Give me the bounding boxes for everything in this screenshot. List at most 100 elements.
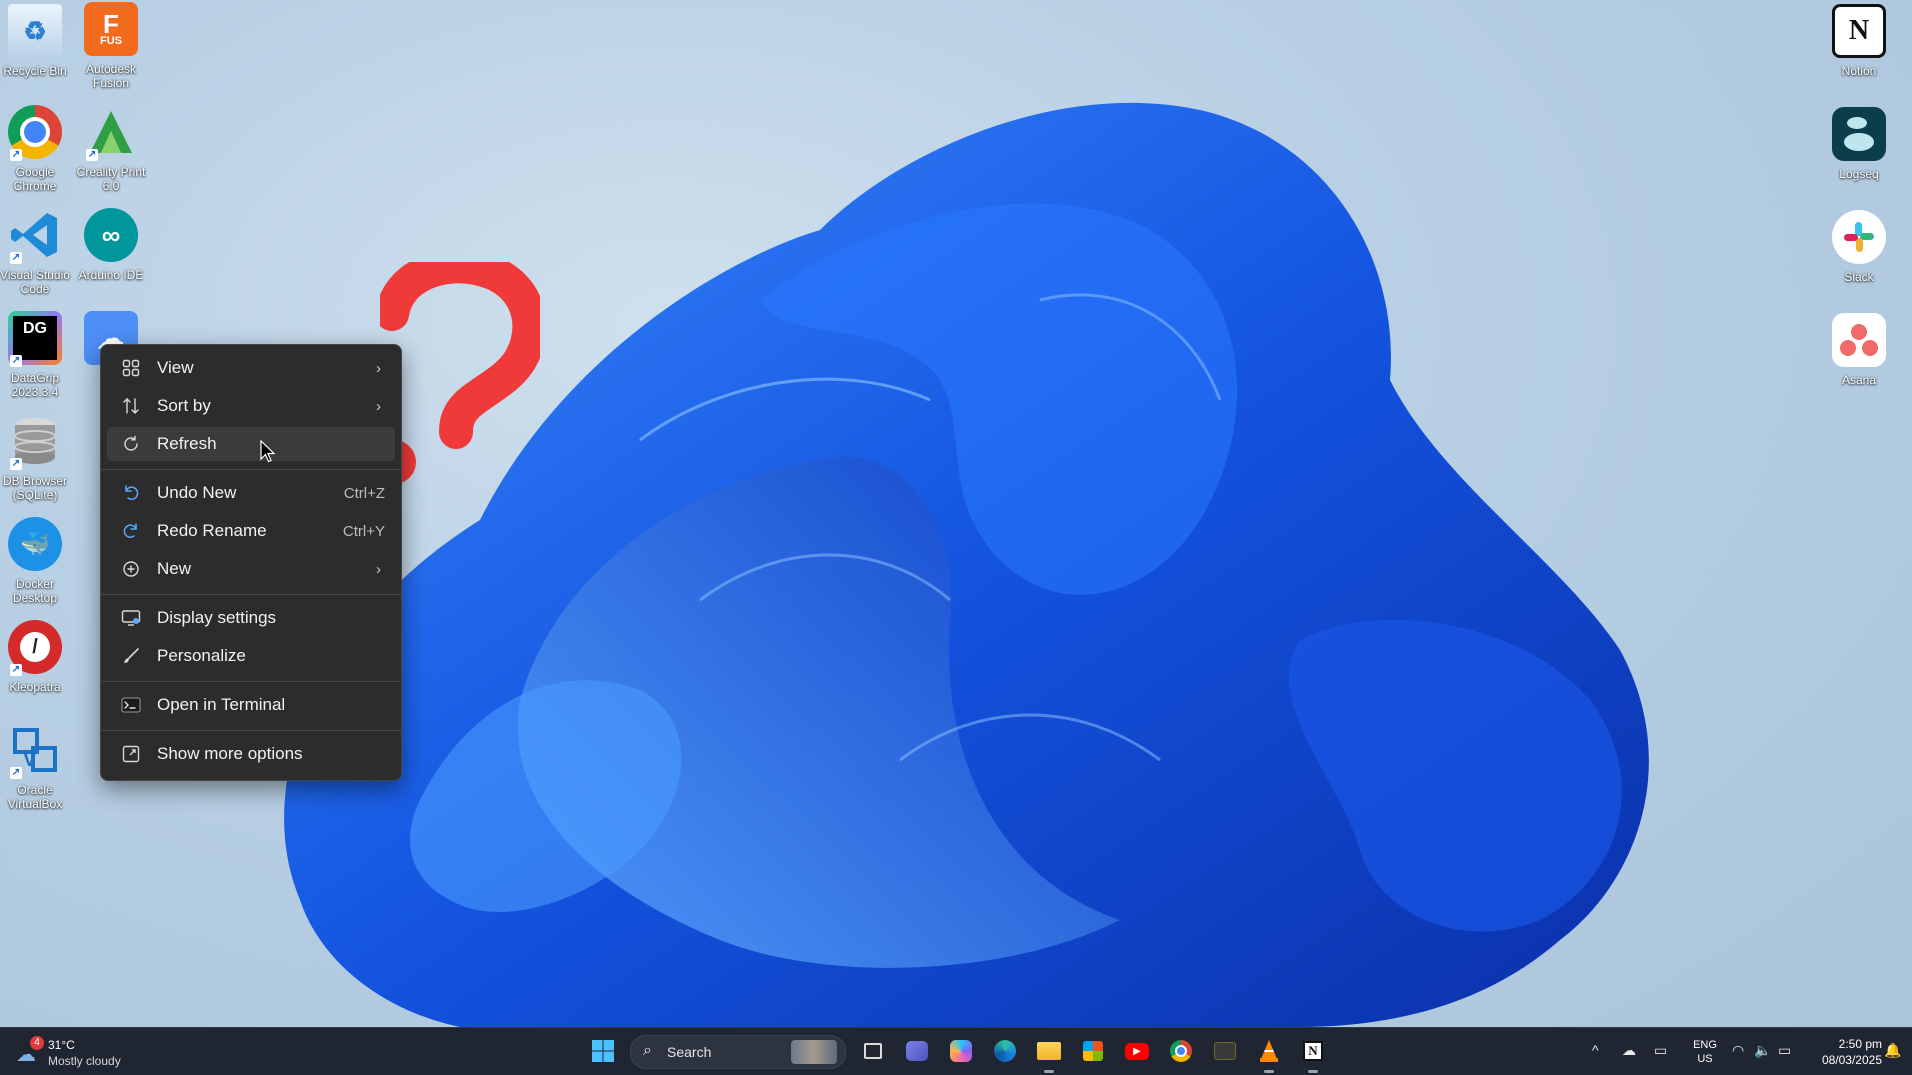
notion-taskbar-button[interactable]: N [1298,1036,1328,1066]
show-hidden-icons-chevron[interactable]: ^ [1592,1042,1599,1058]
desktop-icon-vscode[interactable]: ↗ Visual Studio Code [0,208,74,296]
notion-icon: N [1832,4,1886,58]
menu-item-label: Redo Rename [157,521,267,540]
chevron-right-icon: › [376,397,381,415]
copilot-button[interactable] [946,1036,976,1066]
task-view-icon [864,1043,882,1059]
desktop-icon-label: Docker Desktop [12,577,58,605]
desktop-icon-db-browser[interactable]: ↗ DB Browser (SQLite) [0,414,74,502]
desktop-icon-virtualbox[interactable]: V ↗ Oracle VirtualBox [0,723,74,811]
search-icon: ⌕ [643,1042,652,1059]
desktop-icon-docker[interactable]: 🐳 Docker Desktop [0,517,74,605]
desktop-icon-autodesk-fusion[interactable]: F FUS Autodesk Fusion [72,2,150,90]
menu-item-show-more-options[interactable]: Show more options [107,737,395,771]
chrome-icon: ↗ [8,105,62,161]
clock-time: 2:50 pm [1838,1037,1882,1051]
chevron-right-icon: › [376,359,381,377]
menu-item-label: Show more options [157,744,303,763]
search-placeholder: Search [667,1044,712,1060]
display-tray-icon[interactable]: ▭ [1654,1042,1667,1059]
desktop-icon-arduino[interactable]: ∞ Arduino IDE [72,208,150,282]
search-highlight-image [791,1040,837,1064]
file-explorer-button[interactable] [1034,1036,1064,1066]
menu-item-label: New [157,559,192,578]
menu-item-view[interactable]: View › [107,351,395,385]
more-options-icon [119,742,143,766]
mouse-cursor [260,440,276,463]
start-button[interactable] [588,1036,618,1066]
desktop-icon-logseq[interactable]: Logseq [1820,107,1898,181]
desktop-icon-label: Visual Studio Code [0,268,70,296]
creality-print-icon: ↗ [84,105,138,161]
terminal-app-button[interactable] [1210,1036,1240,1066]
shortcut-arrow-icon: ↗ [10,252,22,264]
onedrive-icon[interactable]: ☁ [1622,1042,1636,1059]
menu-item-label: View [157,358,194,377]
running-indicator [1044,1070,1054,1073]
taskbar-search-box[interactable]: ⌕ Search [630,1035,846,1069]
desktop-icon-google-chrome[interactable]: ↗ Google Chrome [0,105,74,193]
menu-item-personalize[interactable]: Personalize [107,639,395,673]
redo-icon [119,519,143,543]
menu-item-undo-new[interactable]: Undo New Ctrl+Z [107,476,395,510]
menu-item-label: Open in Terminal [157,695,286,714]
vlc-button[interactable] [1254,1036,1284,1066]
menu-item-display-settings[interactable]: Display settings [107,601,395,635]
desktop-icon-asana[interactable]: Asana [1820,313,1898,387]
menu-separator [101,730,401,731]
volume-icon[interactable]: 🔈 [1754,1042,1771,1059]
datagrip-icon: DG ↗ [8,311,62,367]
language-indicator[interactable]: ENG US [1688,1038,1722,1066]
notification-bell-icon[interactable]: 🔔 [1884,1042,1901,1059]
weather-widget[interactable]: ☁ 4 31°C Mostly cloudy [14,1034,134,1070]
menu-item-refresh[interactable]: Refresh [107,427,395,461]
menu-item-label: Display settings [157,608,277,627]
menu-item-open-in-terminal[interactable]: Open in Terminal [107,688,395,722]
fusion-glyph: F [103,8,119,39]
chevron-right-icon: › [376,560,381,578]
shortcut-arrow-icon: ↗ [86,149,98,161]
desktop-icon-kleopatra[interactable]: / ↗ Kleopatra [0,620,74,694]
menu-item-shortcut: Ctrl+Z [343,484,385,502]
file-explorer-icon [1037,1042,1061,1060]
menu-item-label: Sort by [157,396,211,415]
asana-icon [1832,313,1886,367]
menu-item-redo-rename[interactable]: Redo Rename Ctrl+Y [107,514,395,548]
menu-separator [101,469,401,470]
windows-logo-icon [592,1040,614,1062]
task-view-button[interactable] [858,1036,888,1066]
battery-icon[interactable]: ▭ [1778,1042,1791,1059]
undo-icon [119,481,143,505]
chrome-icon [1170,1040,1192,1062]
vlc-icon [1260,1040,1278,1062]
desktop-icon-label: Kleopatra [9,680,61,694]
menu-item-sort-by[interactable]: Sort by › [107,389,395,423]
terminal-icon [119,693,143,717]
desktop-icon-slack[interactable]: Slack [1820,210,1898,284]
youtube-button[interactable]: ▶ [1122,1036,1152,1066]
store-button[interactable] [1078,1036,1108,1066]
desktop-icon-recycle-bin[interactable]: ♻ Recycle Bin [0,4,74,78]
desktop-icon-datagrip[interactable]: DG ↗ DataGrip 2023.3.4 [0,311,74,399]
wifi-icon[interactable]: ◠ [1732,1042,1744,1059]
clock-date: 08/03/2025 [1821,1053,1882,1067]
autodesk-fusion-icon: F FUS [84,2,138,56]
desktop-icon-notion[interactable]: N Notion [1820,4,1898,78]
chrome-taskbar-button[interactable] [1166,1036,1196,1066]
edge-button[interactable] [990,1036,1020,1066]
teams-button[interactable] [902,1036,932,1066]
question-mark-graphic [380,262,540,484]
slack-icon [1832,210,1886,264]
plus-circle-icon [119,557,143,581]
desktop-icon-label: Asana [1841,373,1877,387]
desktop[interactable]: ♻ Recycle Bin F FUS Autodesk Fusion ↗ Go… [0,0,1912,1027]
refresh-icon [119,432,143,456]
desktop-icon-label: DB Browser (SQLite) [2,474,67,502]
desktop-icon-creality-print[interactable]: ↗ Creality Print 6.0 [72,105,150,193]
menu-item-new[interactable]: New › [107,552,395,586]
vscode-icon: ↗ [8,208,62,264]
store-icon [1083,1041,1103,1061]
desktop-icon-label: Google Chrome [13,165,57,193]
clock[interactable]: 2:50 pm 08/03/2025 [1806,1036,1882,1068]
grid-icon [119,356,143,380]
